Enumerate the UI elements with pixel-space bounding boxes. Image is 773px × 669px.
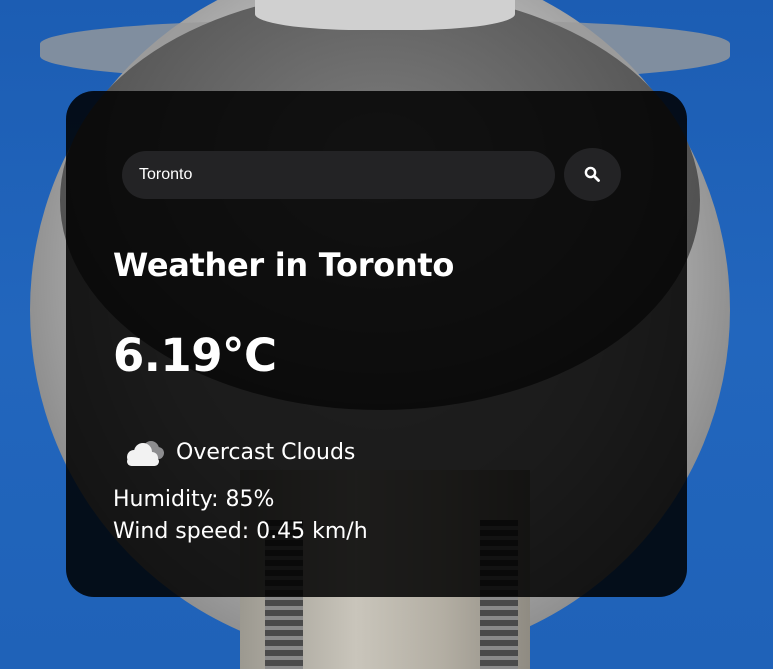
tower-top: [255, 0, 515, 30]
condition-text: Overcast Clouds: [176, 440, 356, 465]
cloud-icon: [127, 441, 164, 466]
search-icon: [584, 166, 600, 182]
page-title: Weather in Toronto: [113, 246, 455, 284]
search-bar: [122, 148, 622, 201]
temperature: 6.19°C: [113, 329, 277, 382]
weather-card: Weather in Toronto 6.19°C Overcast Cloud…: [66, 91, 687, 597]
wind-speed-text: Wind speed: 0.45 km/h: [113, 519, 368, 544]
search-input[interactable]: [122, 151, 555, 199]
humidity-text: Humidity: 85%: [113, 487, 275, 512]
search-button[interactable]: [564, 148, 621, 201]
